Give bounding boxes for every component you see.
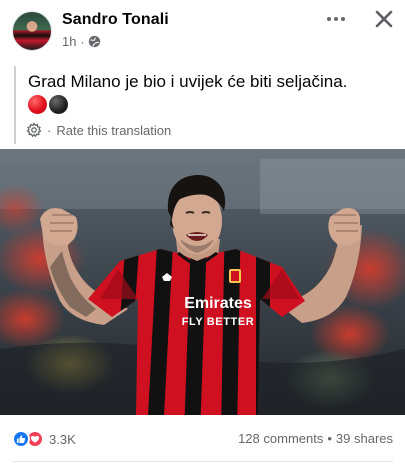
emoji-row [28,95,68,114]
stats-separator: • [327,431,332,446]
translated-text-block: Grad Milano je bio i uvijek će biti selj… [14,66,392,144]
reaction-summary[interactable]: 3.3K [12,430,76,448]
shirt-sponsor-subtext: FLY BETTER [182,316,255,328]
rate-translation-link[interactable]: Rate this translation [56,123,171,138]
post-photo[interactable]: Emirates FLY BETTER [0,149,405,415]
post-time[interactable]: 1h [62,34,76,49]
player-celebration-image: Emirates FLY BETTER [0,149,405,415]
author-name[interactable]: Sandro Tonali [62,11,169,29]
author-avatar[interactable] [12,11,52,51]
shares-count[interactable]: 39 shares [336,431,393,446]
shirt-sponsor-text: Emirates [184,295,252,312]
footer-divider [12,461,393,462]
gear-icon[interactable] [26,122,42,138]
like-icon [12,430,30,448]
rate-separator: · [47,122,52,138]
post-meta: 1h · [62,34,101,49]
reaction-count: 3.3K [49,431,76,447]
close-icon[interactable] [372,7,396,31]
black-circle-icon [49,95,68,114]
red-circle-icon [28,95,47,114]
facebook-post: Sandro Tonali 1h · Grad Milano je bio i … [0,0,405,473]
comments-count[interactable]: 128 comments [238,431,323,446]
rate-translation-row[interactable]: · Rate this translation [26,122,171,138]
globe-icon[interactable] [88,35,101,48]
post-text: Grad Milano je bio i uvijek će biti selj… [28,72,348,91]
more-options-icon[interactable] [323,8,349,30]
meta-separator: · [80,34,85,49]
engagement-stats: 128 comments • 39 shares [238,431,393,446]
